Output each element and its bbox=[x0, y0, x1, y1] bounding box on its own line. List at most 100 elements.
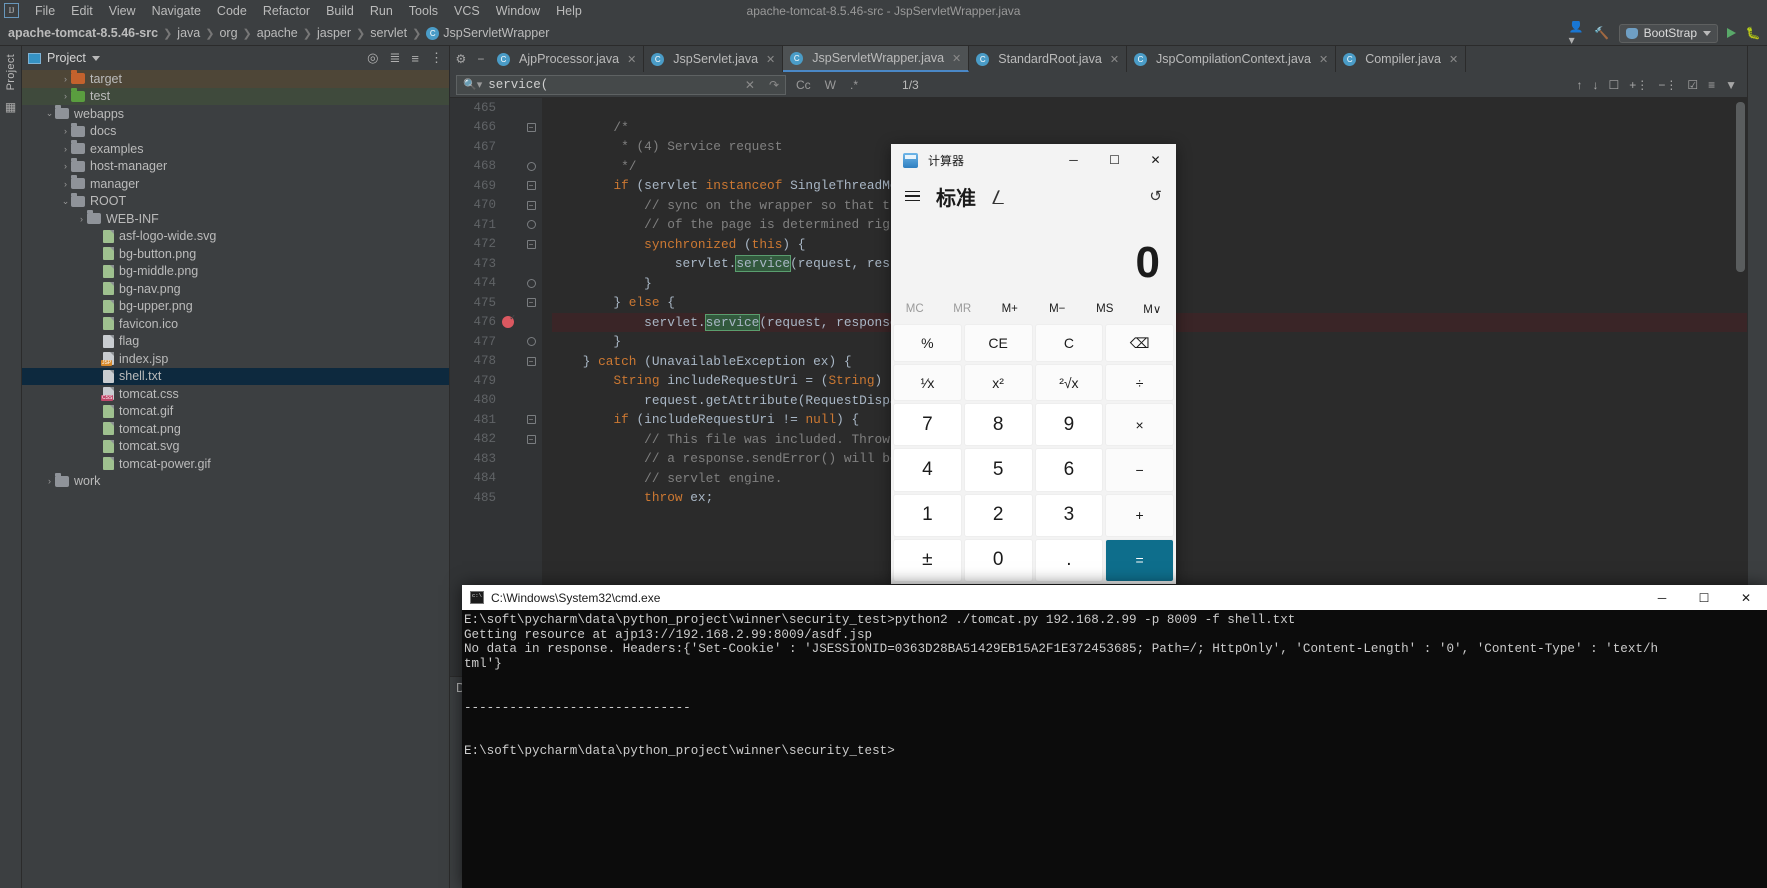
collapse-all-icon[interactable]: ≡ bbox=[411, 51, 419, 66]
fold-column[interactable] bbox=[520, 220, 542, 230]
run-button[interactable] bbox=[1727, 28, 1736, 38]
filter-lines-icon[interactable]: ≡ bbox=[1708, 78, 1715, 92]
tree-node[interactable]: tomcat.gif bbox=[22, 403, 449, 421]
menu-item-view[interactable]: View bbox=[101, 2, 144, 20]
tree-node[interactable]: tomcat.png bbox=[22, 420, 449, 438]
calculator-keypad[interactable]: % CE C ⌫ ¹⁄x x² ²√x ÷ 7 8 9 × 4 5 6− 1 2 3 + ±0. = bbox=[891, 324, 1176, 584]
fold-collapse-icon[interactable]: − bbox=[526, 181, 536, 191]
calculator-key-5[interactable]: 5 bbox=[963, 448, 1033, 492]
close-icon[interactable]: ✕ bbox=[766, 53, 775, 66]
code-line[interactable]: /* bbox=[552, 118, 1747, 138]
chevron-down-icon[interactable]: ⌄ bbox=[60, 196, 71, 207]
editor-tab[interactable]: C JspServlet.java ✕ bbox=[644, 46, 784, 72]
gutter-line[interactable]: 484 bbox=[450, 469, 542, 489]
gutter-line[interactable]: 466 − bbox=[450, 118, 542, 138]
close-icon[interactable]: ✕ bbox=[952, 52, 961, 65]
remove-selection-icon[interactable]: −⋮ bbox=[1658, 78, 1677, 92]
chevron-right-icon[interactable]: › bbox=[60, 91, 71, 101]
menu-item-edit[interactable]: Edit bbox=[63, 2, 101, 20]
close-icon[interactable]: ✕ bbox=[1449, 53, 1458, 66]
gutter-line[interactable]: 469 − bbox=[450, 176, 542, 196]
fold-end-icon[interactable] bbox=[526, 161, 536, 171]
hamburger-menu-icon[interactable] bbox=[905, 190, 920, 202]
calculator-key-[interactable]: − bbox=[1105, 448, 1174, 492]
close-button[interactable]: ✕ bbox=[1135, 144, 1176, 176]
fold-collapse-icon[interactable]: − bbox=[526, 122, 536, 132]
breadcrumb-servlet[interactable]: servlet bbox=[370, 26, 407, 40]
tree-node[interactable]: › work bbox=[22, 472, 449, 491]
tree-node[interactable]: › manager bbox=[22, 175, 449, 193]
words-toggle[interactable]: W bbox=[825, 78, 836, 92]
chevron-right-icon[interactable]: › bbox=[60, 144, 71, 154]
tree-node[interactable]: ⌄ ROOT bbox=[22, 192, 449, 211]
calculator-key-x[interactable]: x² bbox=[963, 364, 1033, 402]
maximize-button[interactable]: ☐ bbox=[1094, 144, 1135, 176]
menu-item-run[interactable]: Run bbox=[362, 2, 401, 20]
calculator-key-[interactable]: = bbox=[1105, 538, 1174, 582]
tree-node[interactable]: bg-upper.png bbox=[22, 298, 449, 316]
calculator-key-2[interactable]: 2 bbox=[963, 493, 1033, 537]
fold-column[interactable]: − bbox=[520, 356, 542, 366]
tree-node[interactable]: › WEB-INF bbox=[22, 210, 449, 228]
expand-all-icon[interactable]: ≣ bbox=[390, 50, 401, 66]
gutter-line[interactable]: 468 bbox=[450, 157, 542, 177]
menu-item-refactor[interactable]: Refactor bbox=[255, 2, 318, 20]
menu-item-help[interactable]: Help bbox=[548, 2, 590, 20]
gutter-line[interactable]: 470 − bbox=[450, 196, 542, 216]
gutter-line[interactable]: 480 bbox=[450, 391, 542, 411]
calculator-key-C[interactable]: C bbox=[1034, 324, 1104, 363]
chevron-down-icon[interactable] bbox=[91, 55, 100, 61]
chevron-right-icon[interactable]: › bbox=[60, 179, 71, 189]
debug-button[interactable]: 🐛 bbox=[1745, 25, 1761, 41]
gutter-line[interactable]: 478 − bbox=[450, 352, 542, 372]
tree-node[interactable]: asf-logo-wide.svg bbox=[22, 228, 449, 246]
breadcrumb-jasper[interactable]: jasper bbox=[317, 26, 351, 40]
clear-search-icon[interactable]: ✕ bbox=[745, 78, 755, 92]
gutter-line[interactable]: 476 bbox=[450, 313, 542, 333]
editor-tab[interactable]: C AjpProcessor.java ✕ bbox=[490, 46, 645, 72]
calculator-key-1[interactable]: 1 bbox=[893, 493, 962, 537]
find-previous-icon[interactable]: ↑ bbox=[1577, 78, 1583, 92]
close-icon[interactable]: ✕ bbox=[1110, 53, 1119, 66]
user-account-icon[interactable]: 👤▾ bbox=[1569, 19, 1585, 47]
fold-column[interactable] bbox=[520, 337, 542, 347]
close-button[interactable]: ✕ bbox=[1725, 585, 1767, 610]
structure-icon[interactable]: ▦ bbox=[5, 100, 16, 114]
chevron-right-icon[interactable]: › bbox=[60, 126, 71, 136]
gutter-line[interactable]: 485 bbox=[450, 488, 542, 508]
tree-node[interactable]: index.jsp bbox=[22, 350, 449, 368]
close-icon[interactable]: ✕ bbox=[1319, 53, 1328, 66]
tree-node[interactable]: tomcat-power.gif bbox=[22, 455, 449, 473]
gutter-line[interactable]: 474 bbox=[450, 274, 542, 294]
menu-item-tools[interactable]: Tools bbox=[401, 2, 446, 20]
gutter-line[interactable]: 465 bbox=[450, 98, 542, 118]
calculator-key-6[interactable]: 6 bbox=[1034, 448, 1104, 492]
menu-item-vcs[interactable]: VCS bbox=[446, 2, 488, 20]
code-line[interactable] bbox=[552, 98, 1747, 118]
fold-column[interactable]: − bbox=[520, 434, 542, 444]
memory-button-ms[interactable]: MS bbox=[1081, 303, 1129, 315]
tree-node[interactable]: bg-button.png bbox=[22, 245, 449, 263]
gutter-line[interactable]: 467 bbox=[450, 137, 542, 157]
gear-icon[interactable]: ⚙ bbox=[456, 52, 467, 66]
fold-end-icon[interactable] bbox=[526, 220, 536, 230]
tree-node[interactable]: › host-manager bbox=[22, 157, 449, 176]
editor-tab[interactable]: C Compiler.java ✕ bbox=[1336, 46, 1467, 72]
calculator-key-[interactable]: + bbox=[1105, 493, 1174, 537]
memory-button-m[interactable]: M∨ bbox=[1129, 302, 1177, 316]
calculator-key-[interactable]: . bbox=[1034, 538, 1104, 582]
fold-column[interactable]: − bbox=[520, 122, 542, 132]
gutter-line[interactable]: 471 bbox=[450, 215, 542, 235]
tree-node[interactable]: bg-nav.png bbox=[22, 280, 449, 298]
breadcrumb-apache[interactable]: apache bbox=[257, 26, 298, 40]
panel-options-icon[interactable]: ⋮ bbox=[430, 50, 443, 66]
keep-on-top-icon[interactable]: ⎳ bbox=[992, 188, 1004, 205]
editor-tab[interactable]: C JspServletWrapper.java ✕ bbox=[783, 46, 970, 72]
tool-window-project-label[interactable]: Project bbox=[5, 50, 17, 94]
regex-toggle[interactable]: .* bbox=[850, 78, 858, 92]
select-occurrences-icon[interactable]: ☑ bbox=[1687, 78, 1698, 92]
breadcrumb-class[interactable]: C JspServletWrapper bbox=[426, 26, 549, 40]
chevron-right-icon[interactable]: › bbox=[60, 74, 71, 84]
gutter-line[interactable]: 481 − bbox=[450, 410, 542, 430]
history-icon[interactable]: ↺ bbox=[1149, 187, 1162, 205]
